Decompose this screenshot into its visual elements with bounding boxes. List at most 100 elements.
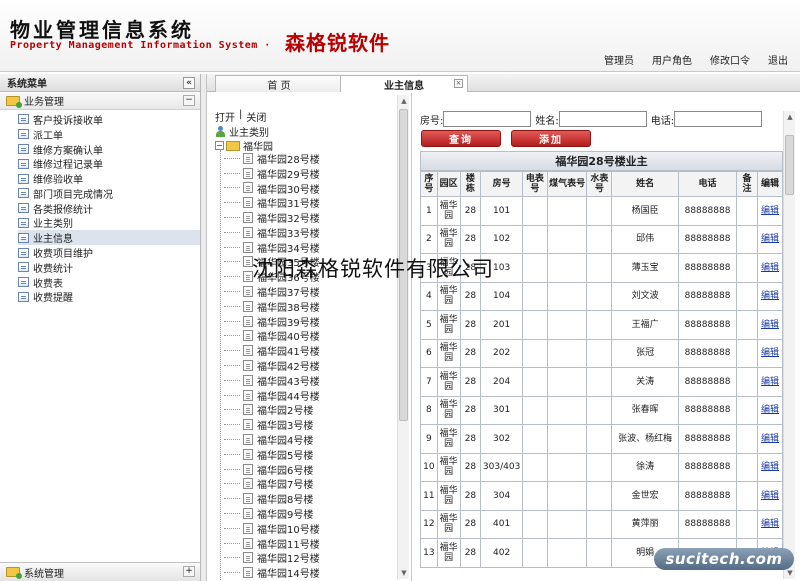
edit-link[interactable]: 编辑 [761, 291, 779, 301]
scroll-down-icon[interactable]: ▼ [399, 568, 409, 578]
sidebar-item[interactable]: 维修方案确认单 [18, 142, 200, 157]
action-buttons: 查询 添加 [421, 130, 591, 147]
tree-node-building[interactable]: 福华园6号楼 [224, 462, 320, 477]
menu-group-business[interactable]: 业务管理 − [0, 92, 200, 110]
content-scrollbar[interactable]: ▲ ▼ [783, 111, 795, 579]
tree-node-building[interactable]: 福华园2号楼 [224, 403, 320, 417]
sidebar-item[interactable]: 部门项目完成情况 [18, 186, 200, 201]
tree-node-building[interactable]: 福华园33号楼 [224, 225, 320, 240]
page-icon [243, 286, 253, 298]
edit-link[interactable]: 编辑 [761, 348, 779, 358]
tree-node-building[interactable]: 福华园44号楼 [224, 388, 320, 403]
tree-node-building[interactable]: 福华园5号楼 [224, 447, 320, 462]
sidebar-item-label: 收费表 [33, 278, 63, 290]
collapse-sidebar-button[interactable]: « [183, 76, 195, 89]
sidebar-item[interactable]: 业主类别 [18, 216, 200, 230]
edit-link[interactable]: 编辑 [761, 519, 779, 529]
tree-node-building[interactable]: 福华园30号楼 [224, 181, 320, 196]
table-cell: 301 [480, 395, 523, 425]
group-collapse-button[interactable]: − [183, 95, 195, 106]
sidebar-item[interactable]: 收费统计 [18, 260, 200, 275]
nav-admin[interactable]: 管理员 [604, 52, 634, 67]
edit-link[interactable]: 编辑 [761, 491, 779, 501]
tree-node-building[interactable]: 福华园32号楼 [224, 210, 320, 225]
tree-node-label: 福华园43号楼 [257, 376, 320, 388]
sidebar-title: 系统菜单 [7, 79, 47, 90]
tree-node-building[interactable]: 福华园43号楼 [224, 373, 320, 388]
tree-node-building[interactable]: 福华园9号楼 [224, 506, 320, 521]
edit-link[interactable]: 编辑 [761, 462, 779, 472]
scroll-up-icon[interactable]: ▲ [399, 96, 409, 106]
page-icon [243, 389, 253, 401]
tree-node-building[interactable]: 福华园11号楼 [224, 536, 320, 551]
phone-input[interactable] [674, 111, 763, 127]
edit-link[interactable]: 编辑 [761, 377, 779, 387]
scrollbar-thumb[interactable] [785, 135, 794, 195]
add-button[interactable]: 添加 [511, 130, 591, 147]
tree-scrollbar[interactable]: ▲ ▼ [397, 95, 409, 579]
query-button[interactable]: 查询 [421, 130, 501, 147]
edit-link[interactable]: 编辑 [761, 320, 779, 330]
page-icon [243, 197, 253, 209]
sidebar-item[interactable]: 派工单 [18, 127, 200, 142]
tree-node-building[interactable]: 福华园42号楼 [224, 358, 320, 373]
nav-change-password[interactable]: 修改口令 [710, 52, 750, 67]
sidebar-item[interactable]: 维修验收单 [18, 171, 200, 186]
owner-name-input[interactable] [558, 111, 647, 127]
tree-node-building[interactable]: 福华园4号楼 [224, 432, 320, 447]
tree-node-building[interactable]: 福华园37号楼 [224, 284, 320, 299]
sidebar-item[interactable]: 客户投诉接收单 [18, 112, 200, 127]
tree-node-building[interactable]: 福华园3号楼 [224, 417, 320, 432]
table-cell [521, 481, 548, 511]
table-cell: 28 [459, 452, 482, 482]
tree-node-building[interactable]: 福华园38号楼 [224, 299, 320, 314]
table-cell [586, 424, 613, 454]
close-tab-icon[interactable]: × [454, 79, 463, 88]
edit-link[interactable]: 编辑 [761, 206, 779, 216]
tree-branch-line [224, 335, 240, 337]
document-icon [18, 277, 29, 288]
edit-link[interactable]: 编辑 [761, 434, 779, 444]
sidebar-item[interactable]: 收费项目维护 [18, 245, 200, 260]
table-cell [521, 196, 548, 226]
tree-node-building[interactable]: 福华园28号楼 [224, 151, 320, 166]
sidebar-item[interactable]: 维修过程记录单 [18, 156, 200, 171]
tree-node-building[interactable]: 福华园39号楼 [224, 314, 320, 329]
edit-link[interactable]: 编辑 [761, 405, 779, 415]
tree-node-building[interactable]: 福华园7号楼 [224, 477, 320, 491]
tree-node-building[interactable]: 福华园10号楼 [224, 521, 320, 536]
tree-node-building[interactable]: 福华园40号楼 [224, 329, 320, 343]
tree-node-building[interactable]: 福华园29号楼 [224, 166, 320, 181]
tree-node-building[interactable]: 福华园41号楼 [224, 343, 320, 358]
tree-node-building[interactable]: 福华园8号楼 [224, 491, 320, 506]
nav-logout[interactable]: 退出 [768, 52, 788, 67]
tree-root[interactable]: 业主类别 [215, 124, 269, 139]
group-expand-button[interactable]: + [183, 566, 195, 577]
table-cell: 201 [480, 310, 523, 340]
tree-node-building[interactable]: 福华园31号楼 [224, 195, 320, 210]
sidebar-item[interactable]: 收费表 [18, 275, 200, 290]
tree-node-building[interactable]: 福华园14号楼 [224, 565, 320, 580]
menu-group-system[interactable]: 系统管理 + [0, 562, 200, 581]
nav-user-roles[interactable]: 用户角色 [652, 52, 692, 67]
building-tree-pane: 打开 | 关闭 业主类别 − 福华园 福华园28号楼 福华园29号楼 福华园30号楼… [207, 93, 412, 581]
tab-home[interactable]: 首 页 [215, 75, 343, 92]
edit-link[interactable]: 编辑 [761, 234, 779, 244]
table-cell [736, 424, 758, 454]
tree-node-building[interactable]: 福华园12号楼 [224, 551, 320, 565]
tab-owner-info[interactable]: 业主信息 × [340, 75, 468, 92]
edit-link[interactable]: 编辑 [761, 263, 779, 273]
sidebar-item[interactable]: 各类报修统计 [18, 201, 200, 216]
scroll-up-icon[interactable]: ▲ [785, 112, 795, 122]
sidebar-item[interactable]: 业主信息 [18, 230, 200, 245]
table-cell [521, 452, 548, 482]
table-cell: 福华园 [436, 424, 461, 454]
collapse-node-icon[interactable]: − [215, 141, 224, 150]
table-cell: 13 [420, 538, 438, 568]
tree-close-link[interactable]: 关闭 [246, 109, 266, 124]
sidebar-item[interactable]: 收费提醒 [18, 290, 200, 304]
tree-open-link[interactable]: 打开 [215, 109, 235, 124]
table-cell: 28 [459, 310, 482, 340]
room-number-input[interactable] [443, 111, 532, 127]
scroll-down-icon[interactable]: ▼ [785, 568, 795, 578]
